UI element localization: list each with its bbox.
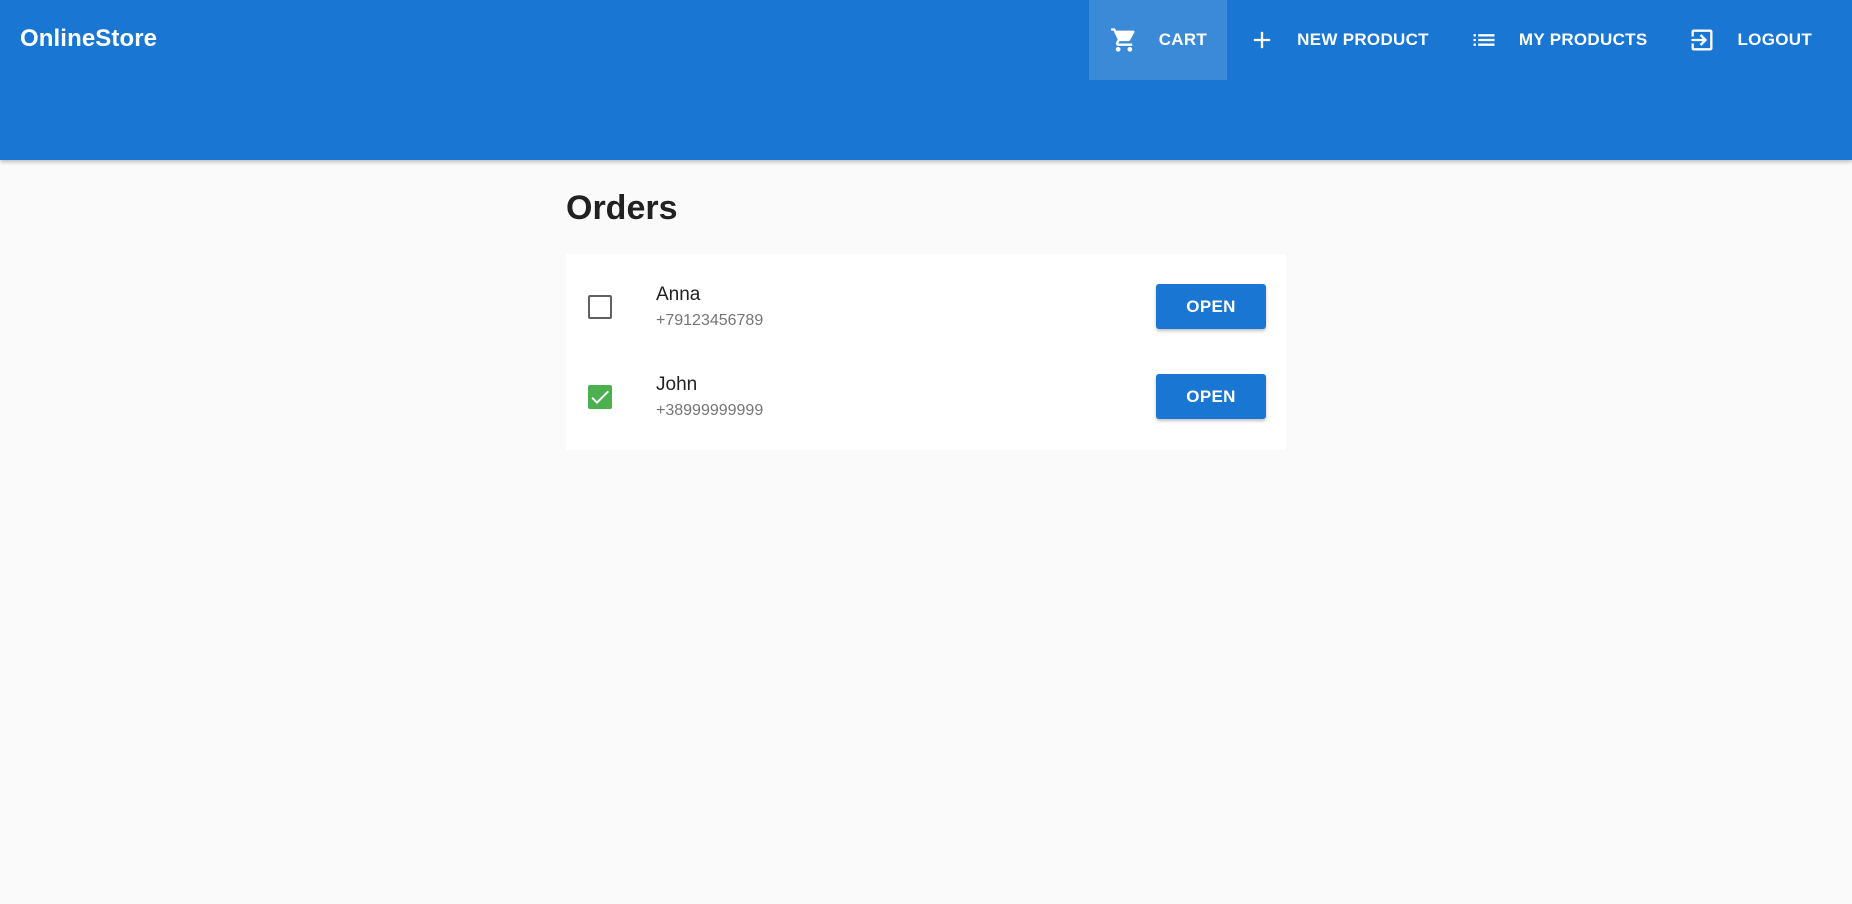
order-customer-phone: +38999999999 [656, 402, 764, 419]
nav-logout-button[interactable]: LOGOUT [1667, 0, 1832, 80]
page-title: Orders [566, 189, 678, 227]
nav-my-products-label: MY PRODUCTS [1518, 30, 1648, 49]
app-bar: OnlineStore CART NEW PRODUCT MY PRODUCTS… [0, 0, 1852, 160]
nav-logout-label: LOGOUT [1737, 30, 1812, 49]
open-order-button[interactable]: OPEN [1156, 284, 1266, 329]
nav-cart-label: CART [1158, 30, 1208, 49]
order-checkbox[interactable] [588, 295, 612, 319]
nav-cart-button[interactable]: CART [1088, 0, 1228, 80]
list-icon [1469, 25, 1499, 55]
main-content: Orders Anna +79123456789 OPEN John +3899… [566, 182, 1286, 450]
list-item: John +38999999999 OPEN [566, 352, 1286, 442]
nav-new-product-label: NEW PRODUCT [1297, 30, 1429, 49]
order-customer-name: Anna [656, 284, 701, 305]
logout-icon [1687, 25, 1717, 55]
nav-new-product-button[interactable]: NEW PRODUCT [1227, 0, 1449, 80]
order-info: John +38999999999 [656, 372, 763, 424]
order-info: Anna +79123456789 [656, 282, 763, 334]
list-item: Anna +79123456789 OPEN [566, 262, 1286, 352]
brand-title[interactable]: OnlineStore [20, 25, 157, 53]
main-nav: CART NEW PRODUCT MY PRODUCTS LOGOUT [1088, 0, 1832, 80]
order-checkbox[interactable] [588, 385, 612, 409]
order-customer-name: John [656, 374, 698, 395]
nav-my-products-button[interactable]: MY PRODUCTS [1449, 0, 1668, 80]
check-icon [591, 390, 609, 404]
order-customer-phone: +79123456789 [656, 312, 764, 329]
orders-list: Anna +79123456789 OPEN John +38999999999… [566, 254, 1286, 450]
plus-icon [1247, 25, 1277, 55]
cart-icon [1109, 25, 1139, 55]
open-order-button[interactable]: OPEN [1156, 374, 1266, 419]
